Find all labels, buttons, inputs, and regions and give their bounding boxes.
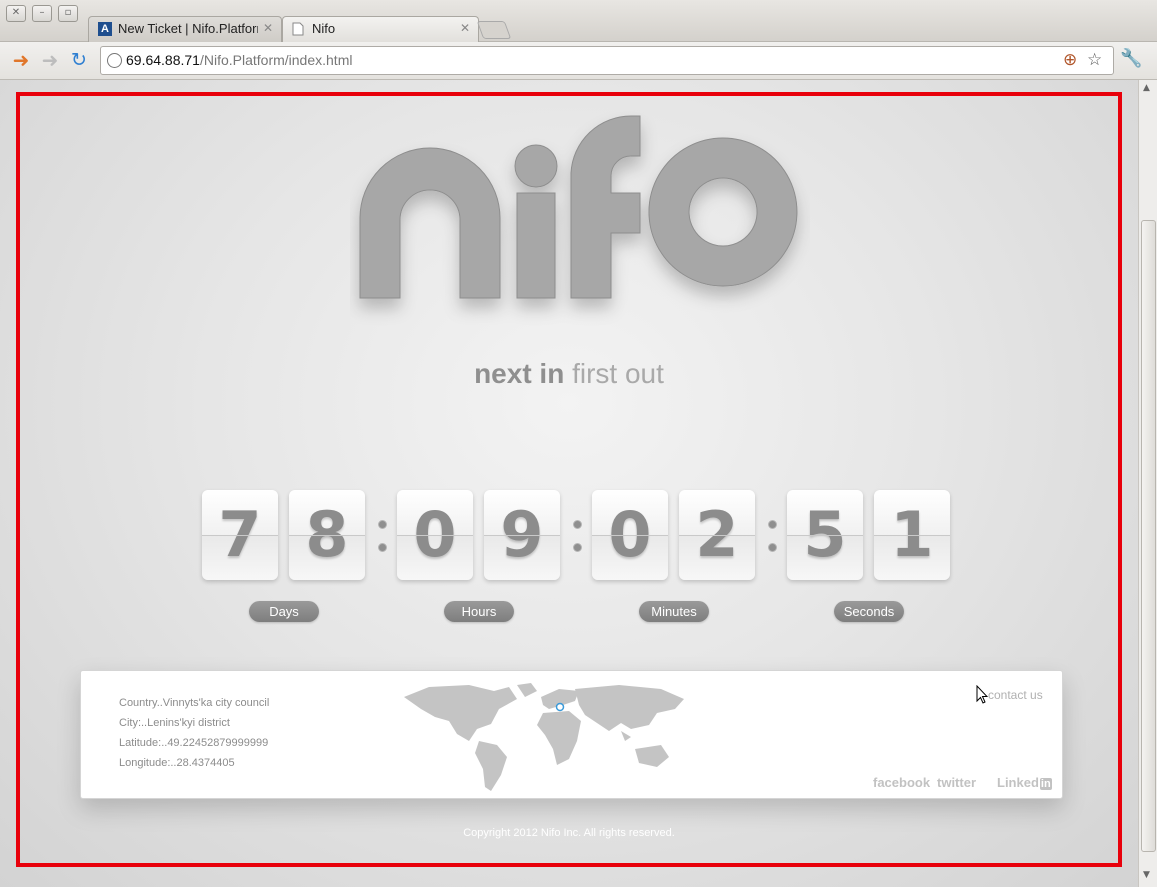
tagline-light: first out (572, 358, 664, 389)
page-icon (292, 22, 306, 36)
window-minimize-button[interactable]: – (32, 5, 52, 22)
scrollbar-thumb[interactable] (1141, 220, 1156, 852)
colon-separator (573, 520, 582, 566)
hours-label: Hours (444, 601, 514, 622)
world-map (399, 679, 691, 798)
tagline-bold: next in (474, 358, 565, 389)
window-close-button[interactable]: ✕ (6, 5, 26, 22)
minutes-label: Minutes (639, 601, 709, 622)
vertical-scrollbar[interactable]: ▲ ▼ (1138, 80, 1157, 887)
atlassian-favicon-icon: A (98, 22, 112, 36)
countdown-digit: 2 (679, 490, 755, 580)
globe-icon (107, 53, 122, 68)
linkedin-in-icon: in (1039, 778, 1052, 790)
nifo-logo (350, 108, 810, 332)
forward-arrow-icon[interactable]: ➜ (38, 48, 62, 72)
copyright-text: Copyright 2012 Nifo Inc. All rights rese… (463, 827, 675, 839)
url-path: /Nifo.Platform/index.html (199, 52, 353, 68)
window-maximize-button[interactable]: ▫ (58, 5, 78, 22)
twitter-link[interactable]: twitter (937, 775, 976, 790)
wrench-icon[interactable]: 🔧 (1120, 48, 1142, 69)
latitude-text: Latitude:..49.22452879999999 (119, 737, 269, 749)
linkedin-label: Linked (997, 775, 1039, 790)
bookmark-star-icon[interactable]: ☆ (1087, 50, 1102, 70)
location-panel: Country..Vinnyts'ka city council City:..… (80, 670, 1063, 799)
extension-icon[interactable]: ⊕ (1063, 50, 1077, 70)
reload-icon[interactable]: ↻ (67, 48, 91, 72)
address-bar[interactable]: 69.64.88.71/Nifo.Platform/index.html ⊕ ☆ (100, 46, 1114, 75)
colon-separator (378, 520, 387, 566)
colon-separator (768, 520, 777, 566)
title-bar: ✕ – ▫ A New Ticket | Nifo.Platform ✕ Nif… (0, 0, 1157, 42)
tab-nifo[interactable]: Nifo ✕ (282, 16, 479, 42)
url-host: 69.64.88.71 (126, 52, 200, 68)
location-marker (555, 702, 565, 712)
tab-close-icon[interactable]: ✕ (263, 21, 273, 35)
countdown-digit: 1 (874, 490, 950, 580)
back-arrow-icon[interactable]: ➜ (9, 48, 33, 72)
contact-us-link[interactable]: contact us (988, 688, 1043, 702)
city-text: City:..Lenins'kyi district (119, 717, 230, 729)
scroll-down-arrow-icon[interactable]: ▼ (1143, 870, 1150, 880)
countdown-digit: 5 (787, 490, 863, 580)
browser-toolbar: ➜ ➜ ↻ 69.64.88.71/Nifo.Platform/index.ht… (0, 42, 1157, 80)
seconds-label: Seconds (834, 601, 904, 622)
countdown-digit: 8 (289, 490, 365, 580)
countdown-digit: 0 (592, 490, 668, 580)
tab-title: New Ticket | Nifo.Platform (118, 21, 258, 36)
linkedin-link[interactable]: Linked in (997, 775, 1052, 790)
longitude-text: Longitude:..28.4374405 (119, 757, 235, 769)
tagline: next in first out (0, 358, 1138, 390)
mouse-cursor-icon (976, 684, 989, 708)
new-tab-button[interactable] (476, 21, 512, 39)
page-viewport: next in first out 7 8 0 9 0 2 5 1 Days H… (0, 80, 1138, 887)
days-label: Days (249, 601, 319, 622)
country-text: Country..Vinnyts'ka city council (119, 697, 270, 709)
scroll-up-arrow-icon[interactable]: ▲ (1143, 83, 1150, 93)
countdown-digit: 9 (484, 490, 560, 580)
tab-close-icon[interactable]: ✕ (460, 21, 470, 35)
countdown-digit: 0 (397, 490, 473, 580)
countdown-digit: 7 (202, 490, 278, 580)
url-text: 69.64.88.71/Nifo.Platform/index.html (126, 52, 352, 68)
tab-new-ticket[interactable]: A New Ticket | Nifo.Platform ✕ (88, 16, 282, 42)
tab-title: Nifo (312, 21, 336, 36)
facebook-link[interactable]: facebook (873, 775, 930, 790)
